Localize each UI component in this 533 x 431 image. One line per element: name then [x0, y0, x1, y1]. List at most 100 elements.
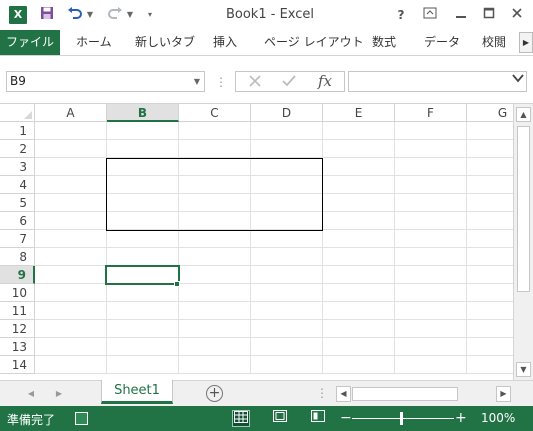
help-icon[interactable]: ?: [391, 5, 411, 25]
grid-cell[interactable]: [323, 194, 395, 212]
grid-cell[interactable]: [323, 302, 395, 320]
row-header[interactable]: 5: [0, 194, 35, 212]
grid-cell[interactable]: [179, 338, 251, 356]
grid-cell[interactable]: [395, 266, 467, 284]
grid-cell[interactable]: [323, 320, 395, 338]
sheet-next-icon[interactable]: ▶: [52, 386, 66, 402]
row-header[interactable]: 9: [0, 266, 35, 284]
grid-cell[interactable]: [35, 302, 107, 320]
save-icon[interactable]: [38, 6, 56, 24]
grid-cell[interactable]: [179, 248, 251, 266]
grid-cell[interactable]: [323, 122, 395, 140]
vertical-scrollbar[interactable]: ▲ ▼: [513, 104, 533, 380]
zoom-in-button[interactable]: +: [455, 410, 467, 427]
grid-cell[interactable]: [395, 302, 467, 320]
grid-cell[interactable]: [323, 266, 395, 284]
grid-cell[interactable]: [323, 140, 395, 158]
grid-cell[interactable]: [467, 248, 513, 266]
grid-cell[interactable]: [179, 284, 251, 302]
tab-new-tab[interactable]: 新しいタブ: [135, 30, 195, 55]
select-all-button[interactable]: [0, 104, 35, 122]
tab-insert[interactable]: 挿入: [213, 30, 237, 55]
grid-cell[interactable]: [395, 284, 467, 302]
grid-cell[interactable]: [107, 356, 179, 374]
grid-cell[interactable]: [467, 140, 513, 158]
grid-cell[interactable]: [251, 266, 323, 284]
grid-cell[interactable]: [323, 356, 395, 374]
grid-cell[interactable]: [35, 230, 107, 248]
grid-cell[interactable]: [107, 302, 179, 320]
zoom-out-button[interactable]: −: [340, 410, 352, 427]
grid-cell[interactable]: [467, 230, 513, 248]
ribbon-scroll-right-icon[interactable]: ▶: [519, 32, 533, 53]
grid-cell[interactable]: [35, 284, 107, 302]
grid-cell[interactable]: [395, 320, 467, 338]
normal-view-icon[interactable]: [232, 410, 250, 427]
macro-record-icon[interactable]: [75, 412, 88, 425]
page-layout-view-icon[interactable]: [271, 410, 289, 427]
expand-formula-bar-icon[interactable]: [512, 73, 524, 86]
grid-cell[interactable]: [323, 176, 395, 194]
grid-cell[interactable]: [107, 320, 179, 338]
grid-cell[interactable]: [179, 302, 251, 320]
minimize-icon[interactable]: [451, 5, 471, 25]
grid-cell[interactable]: [35, 176, 107, 194]
grid-cell[interactable]: [395, 230, 467, 248]
grid-cell[interactable]: [395, 176, 467, 194]
new-sheet-icon[interactable]: +: [206, 385, 223, 402]
active-cell[interactable]: [105, 265, 180, 285]
row-header[interactable]: 4: [0, 176, 35, 194]
zoom-level[interactable]: 100%: [481, 411, 515, 425]
row-header[interactable]: 13: [0, 338, 35, 356]
grid-cell[interactable]: [395, 248, 467, 266]
grid-cell[interactable]: [107, 248, 179, 266]
enter-check-icon[interactable]: [276, 72, 302, 91]
tab-formulas[interactable]: 数式: [372, 30, 396, 55]
tab-data[interactable]: データ: [424, 30, 460, 55]
excel-logo-icon[interactable]: X: [9, 6, 27, 24]
horizontal-scroll-thumb[interactable]: [352, 387, 458, 401]
grid-cell[interactable]: [35, 194, 107, 212]
grid-cell[interactable]: [179, 320, 251, 338]
zoom-slider-track[interactable]: [352, 418, 454, 419]
grid-cell[interactable]: [467, 266, 513, 284]
row-header[interactable]: 12: [0, 320, 35, 338]
column-header[interactable]: G: [467, 104, 513, 122]
grid-cell[interactable]: [323, 212, 395, 230]
grid-cell[interactable]: [251, 338, 323, 356]
formula-bar-grip-icon[interactable]: ⋮: [215, 75, 227, 89]
grid-cell[interactable]: [251, 284, 323, 302]
grid-cell[interactable]: [179, 266, 251, 284]
tab-file[interactable]: ファイル: [0, 30, 60, 55]
vertical-scroll-thumb[interactable]: [517, 126, 530, 292]
grid-cell[interactable]: [467, 356, 513, 374]
grid-cell[interactable]: [467, 194, 513, 212]
grid-cell[interactable]: [107, 122, 179, 140]
grid-cell[interactable]: [251, 356, 323, 374]
row-header[interactable]: 1: [0, 122, 35, 140]
grid-cell[interactable]: [251, 122, 323, 140]
redo-icon[interactable]: [106, 6, 124, 24]
restore-icon[interactable]: [479, 5, 499, 25]
grid-cell[interactable]: [395, 212, 467, 230]
undo-icon[interactable]: [66, 6, 84, 24]
grid-cell[interactable]: [467, 212, 513, 230]
insert-function-icon[interactable]: fx: [312, 72, 338, 91]
grid-cell[interactable]: [323, 248, 395, 266]
name-box-dropdown-icon[interactable]: ▼: [194, 72, 200, 91]
column-header[interactable]: A: [35, 104, 107, 122]
grid-cell[interactable]: [107, 338, 179, 356]
grid-cell[interactable]: [395, 194, 467, 212]
tab-split-grip-icon[interactable]: ⋮: [316, 386, 328, 400]
grid-cell[interactable]: [395, 338, 467, 356]
grid-cell[interactable]: [35, 122, 107, 140]
grid-cell[interactable]: [179, 230, 251, 248]
row-header[interactable]: 14: [0, 356, 35, 374]
tab-review[interactable]: 校閲: [482, 30, 506, 55]
row-header[interactable]: 7: [0, 230, 35, 248]
grid-cell[interactable]: [395, 356, 467, 374]
grid-cell[interactable]: [251, 302, 323, 320]
fill-handle[interactable]: [174, 281, 180, 287]
grid-cell[interactable]: [467, 284, 513, 302]
grid-cell[interactable]: [35, 212, 107, 230]
